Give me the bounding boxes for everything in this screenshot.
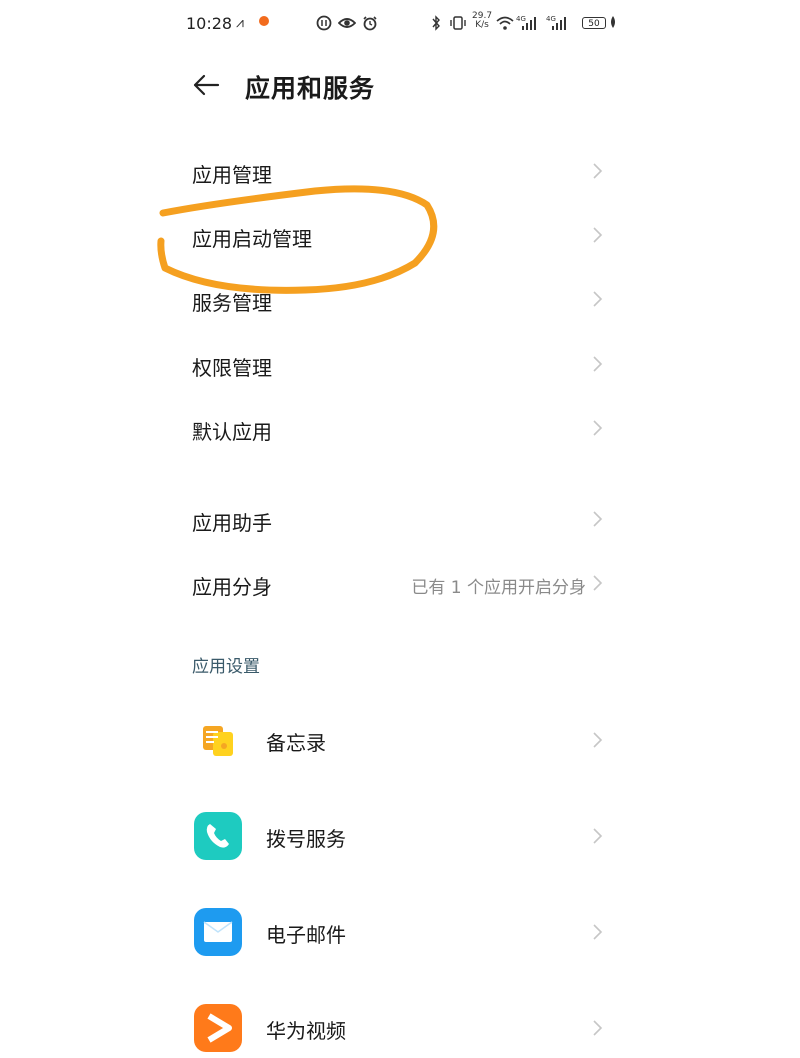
status-bar: 10:28 ⩘ 29.7 K/s 4G 4G 50 xyxy=(186,12,618,36)
page-title: 应用和服务 xyxy=(245,74,376,103)
app-item-label: 华为视频 xyxy=(266,1019,346,1043)
section-title-app-settings: 应用设置 xyxy=(192,657,260,677)
app-item-email[interactable]: 电子邮件 xyxy=(192,902,612,962)
menu-item-label: 服务管理 xyxy=(192,291,272,315)
chevron-right-icon xyxy=(593,420,603,436)
chevron-right-icon xyxy=(593,575,603,591)
chevron-right-icon xyxy=(593,1020,603,1036)
menu-item-label: 应用管理 xyxy=(192,163,272,187)
app-item-dialer[interactable]: 拨号服务 xyxy=(192,806,612,866)
chevron-right-icon xyxy=(593,227,603,243)
menu-item-service-management[interactable]: 服务管理 xyxy=(192,274,612,324)
back-arrow-icon xyxy=(193,74,220,96)
page-header: 应用和服务 xyxy=(190,66,610,106)
vibrate-icon xyxy=(448,15,468,35)
memo-icon xyxy=(194,716,242,764)
app-item-huawei-video[interactable]: 华为视频 xyxy=(192,998,612,1058)
signal-1-icon: 4G xyxy=(516,15,536,35)
chevron-right-icon xyxy=(593,924,603,940)
battery-indicator: 50 xyxy=(582,17,606,29)
menu-item-app-launch-management[interactable]: 应用启动管理 xyxy=(192,210,612,260)
nfc-icon xyxy=(316,15,332,35)
video-icon xyxy=(194,1004,242,1052)
app-item-label: 拨号服务 xyxy=(266,827,346,851)
app-item-label: 备忘录 xyxy=(266,731,326,755)
alarm-icon xyxy=(362,15,378,35)
menu-item-default-apps[interactable]: 默认应用 xyxy=(192,403,612,453)
phone-icon xyxy=(194,812,242,860)
menu-item-permission-management[interactable]: 权限管理 xyxy=(192,339,612,389)
back-button[interactable] xyxy=(190,68,224,102)
notification-dot-icon xyxy=(258,15,270,31)
bluetooth-icon xyxy=(430,15,442,35)
menu-item-app-assistant[interactable]: 应用助手 xyxy=(192,494,612,544)
menu-item-app-twin[interactable]: 应用分身 已有 1 个应用开启分身 xyxy=(192,558,612,608)
menu-item-label: 应用启动管理 xyxy=(192,227,312,251)
app-twin-status: 已有 1 个应用开启分身 xyxy=(411,578,586,598)
leaf-icon xyxy=(609,15,617,33)
eye-icon xyxy=(337,15,357,35)
app-item-memo[interactable]: 备忘录 xyxy=(192,710,612,770)
app-item-label: 电子邮件 xyxy=(266,923,346,947)
chevron-right-icon xyxy=(593,291,603,307)
status-time: 10:28 xyxy=(186,14,233,33)
chevron-right-icon xyxy=(593,828,603,844)
chevron-right-icon xyxy=(593,732,603,748)
menu-item-label: 应用助手 xyxy=(192,511,272,535)
chevron-right-icon xyxy=(593,163,603,179)
menu-item-label: 权限管理 xyxy=(192,356,272,380)
menu-item-label: 默认应用 xyxy=(192,420,272,444)
wifi-icon xyxy=(496,15,514,35)
chevron-right-icon xyxy=(593,511,603,527)
signal-2-icon: 4G xyxy=(546,15,566,35)
email-icon xyxy=(194,908,242,956)
menu-item-app-management[interactable]: 应用管理 xyxy=(192,146,612,196)
notification-app-icon: ⩘ xyxy=(236,15,244,31)
network-speed: 29.7 K/s xyxy=(472,11,493,30)
chevron-right-icon xyxy=(593,356,603,372)
menu-item-label: 应用分身 xyxy=(192,575,272,599)
